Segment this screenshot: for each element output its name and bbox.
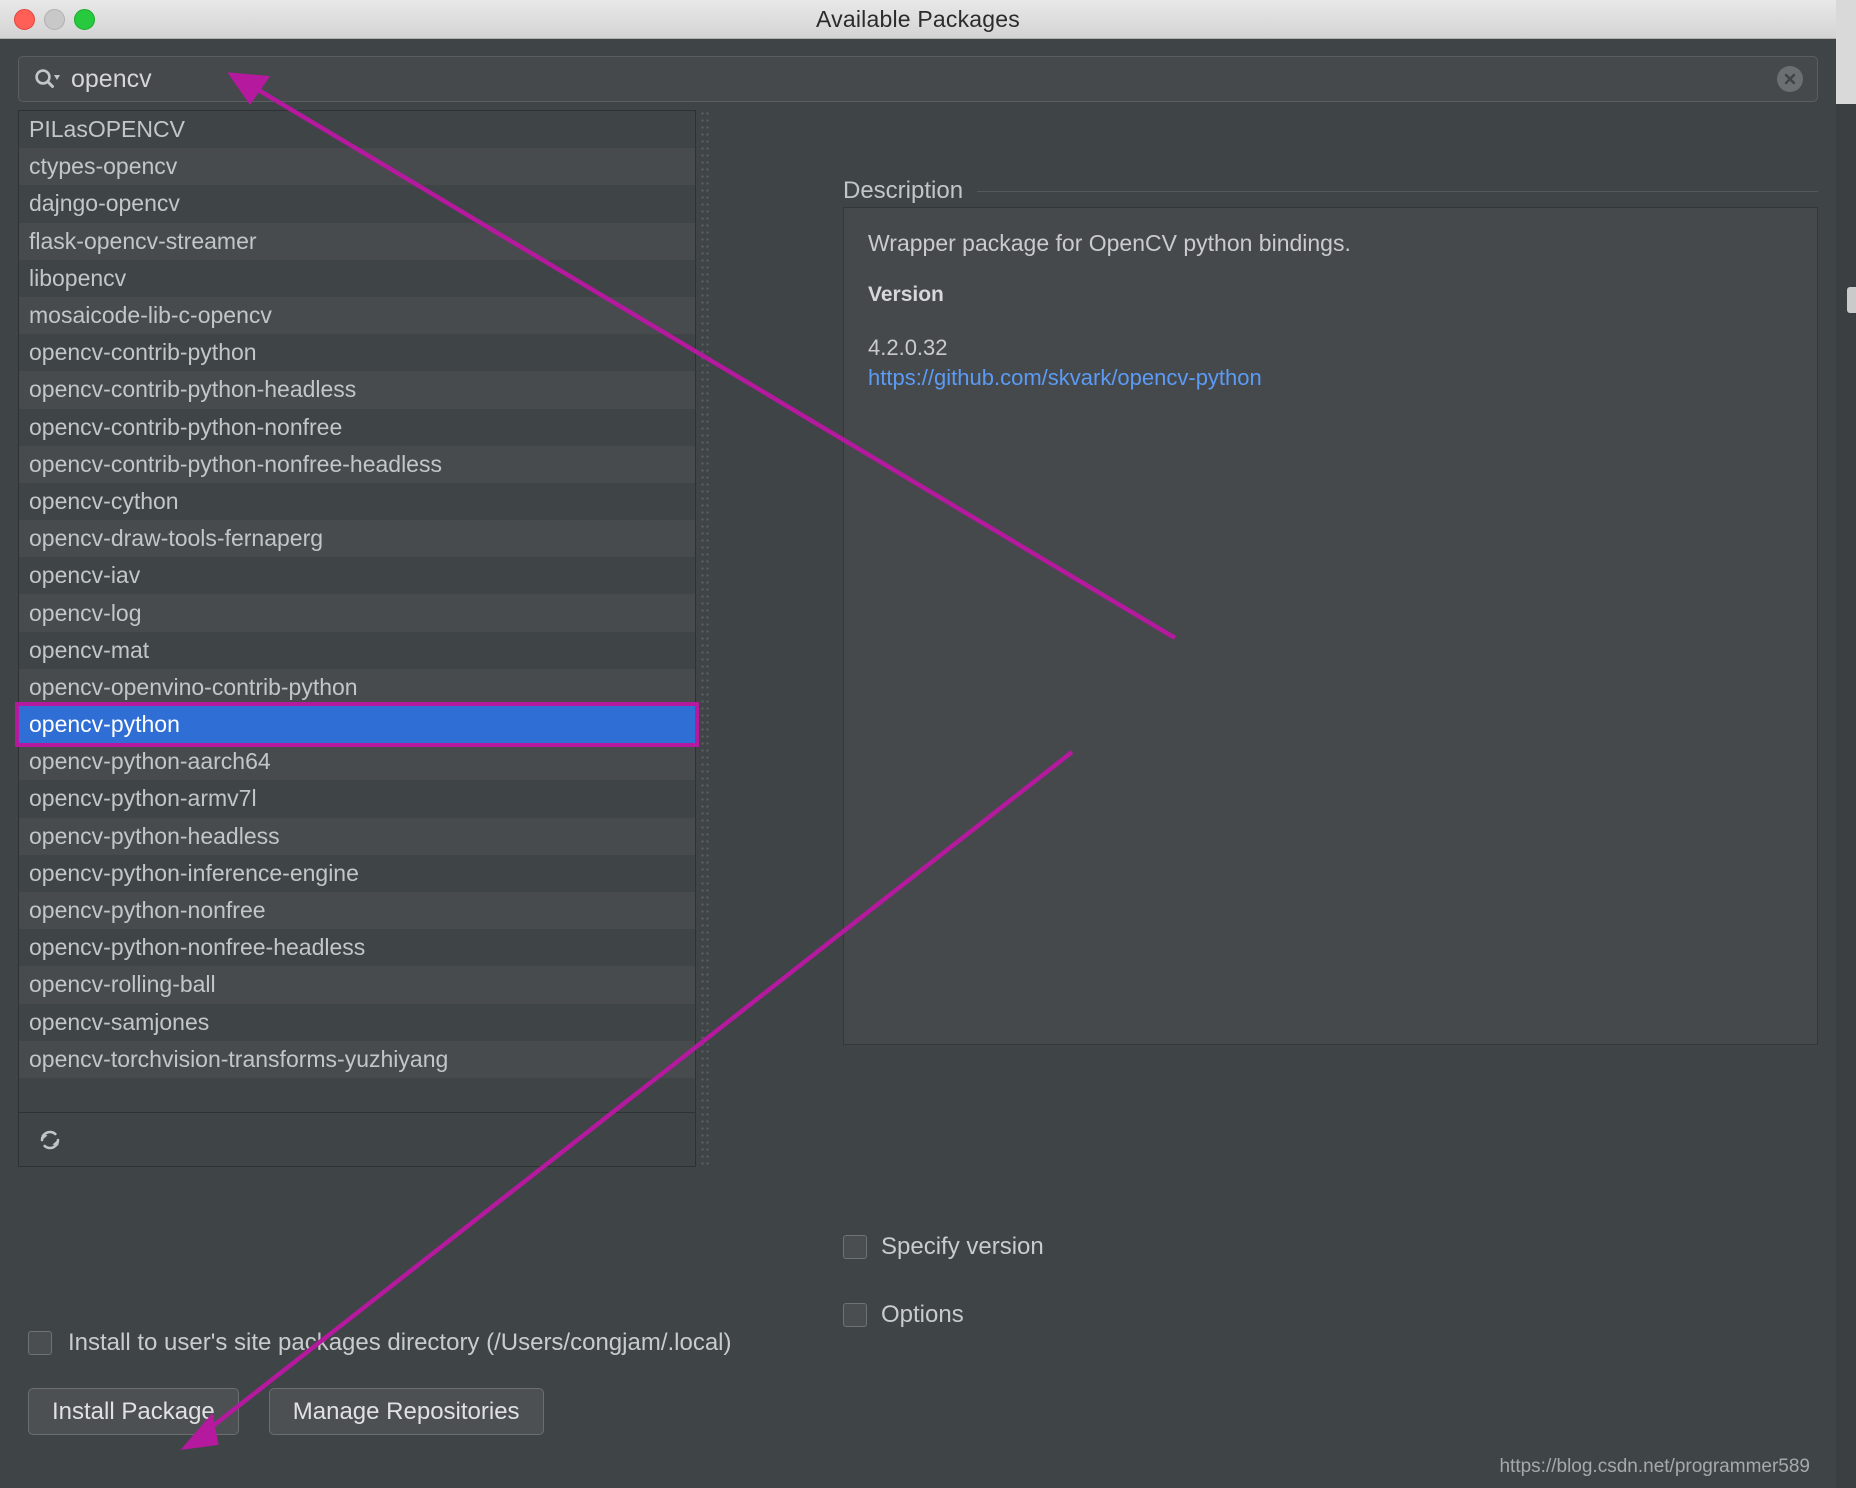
package-list[interactable]: PILasOPENCV ctypes-opencv dajngo-opencv fla… <box>18 110 696 1113</box>
specify-version-label: Specify version <box>881 1233 1044 1260</box>
list-item[interactable]: ctypes-opencv <box>19 148 695 186</box>
list-item[interactable]: opencv-torchvision-transforms-yuzhiyang <box>19 1040 695 1078</box>
list-item[interactable]: opencv-cython <box>19 482 695 521</box>
list-item[interactable]: opencv-python-nonfree <box>19 891 695 930</box>
description-divider <box>977 190 1818 192</box>
install-user-site-label: Install to user's site packages director… <box>68 1329 732 1356</box>
search-icon <box>33 67 61 91</box>
options-label: Options <box>881 1301 964 1328</box>
manage-repositories-button[interactable]: Manage Repositories <box>268 1388 544 1435</box>
search-input-value[interactable]: opencv <box>71 65 152 94</box>
options-row: Options <box>843 1292 1818 1338</box>
list-item[interactable]: opencv-python-aarch64 <box>19 743 695 781</box>
install-user-site-row: Install to user's site packages director… <box>28 1329 732 1357</box>
panel-splitter[interactable] <box>700 110 710 1167</box>
traffic-lights <box>14 9 95 30</box>
list-item[interactable]: opencv-iav <box>19 557 695 595</box>
description-header: Description <box>843 177 1818 205</box>
list-item[interactable]: PILasOPENCV <box>19 111 695 149</box>
background-window-pale-area <box>1836 0 1856 104</box>
list-item[interactable]: opencv-contrib-python-nonfree <box>19 408 695 446</box>
dialog-body: opencv PILasOPENCV ctypes-opencv dajngo-op… <box>0 39 1836 1488</box>
description-version-value: 4.2.0.32 <box>868 335 948 360</box>
list-item[interactable]: mosaicode-lib-c-opencv <box>19 296 695 335</box>
watermark: https://blog.csdn.net/programmer589 <box>1499 1456 1810 1477</box>
package-list-footer <box>18 1113 696 1167</box>
list-item[interactable]: opencv-python-headless <box>19 817 695 855</box>
options-checkbox[interactable] <box>843 1303 867 1327</box>
available-packages-window: Available Packages opencv PILasOPENCV cty… <box>0 0 1856 1488</box>
clear-icon[interactable] <box>1777 66 1803 92</box>
install-package-button[interactable]: Install Package <box>28 1388 239 1435</box>
list-item[interactable]: opencv-openvino-contrib-python <box>19 668 695 706</box>
description-version-heading: Version <box>868 283 944 306</box>
list-item[interactable]: opencv-mat <box>19 631 695 669</box>
list-item[interactable]: opencv-samjones <box>19 1003 695 1041</box>
list-item[interactable]: opencv-contrib-python-headless <box>19 371 695 409</box>
zoom-button[interactable] <box>74 9 95 30</box>
list-item[interactable]: flask-opencv-streamer <box>19 222 695 260</box>
title-bar: Available Packages <box>0 0 1836 39</box>
description-title: Description <box>843 177 964 204</box>
close-button[interactable] <box>14 9 35 30</box>
list-item[interactable]: opencv-rolling-ball <box>19 966 695 1004</box>
specify-version-row: Specify version 4.2.0.32 <box>843 1224 1818 1270</box>
description-homepage-link[interactable]: https://github.com/skvark/opencv-python <box>868 363 1793 393</box>
background-window-scrollbar[interactable] <box>1847 287 1856 313</box>
background-window-strip <box>1836 0 1856 1488</box>
description-summary: Wrapper package for OpenCV python bindin… <box>868 230 1351 256</box>
list-item[interactable]: opencv-log <box>19 594 695 632</box>
specify-version-checkbox[interactable] <box>843 1235 867 1259</box>
list-item[interactable]: opencv-contrib-python <box>19 334 695 372</box>
install-user-site-checkbox[interactable] <box>28 1331 52 1355</box>
list-item[interactable]: opencv-python <box>19 706 695 744</box>
list-item[interactable]: opencv-python-armv7l <box>19 780 695 818</box>
minimize-button[interactable] <box>44 9 65 30</box>
refresh-icon[interactable] <box>35 1125 65 1155</box>
search-field[interactable]: opencv <box>18 56 1818 102</box>
description-panel: Wrapper package for OpenCV python bindin… <box>843 207 1818 1045</box>
list-item[interactable]: opencv-draw-tools-fernaperg <box>19 520 695 558</box>
list-item[interactable]: opencv-python-nonfree-headless <box>19 929 695 967</box>
dialog-buttons: Install Package Manage Repositories <box>28 1388 544 1435</box>
list-item[interactable]: opencv-python-inference-engine <box>19 854 695 892</box>
list-item[interactable]: libopencv <box>19 259 695 297</box>
list-item[interactable]: opencv-contrib-python-nonfree-headless <box>19 445 695 483</box>
window-title: Available Packages <box>816 5 1020 32</box>
list-item[interactable]: dajngo-opencv <box>19 185 695 223</box>
